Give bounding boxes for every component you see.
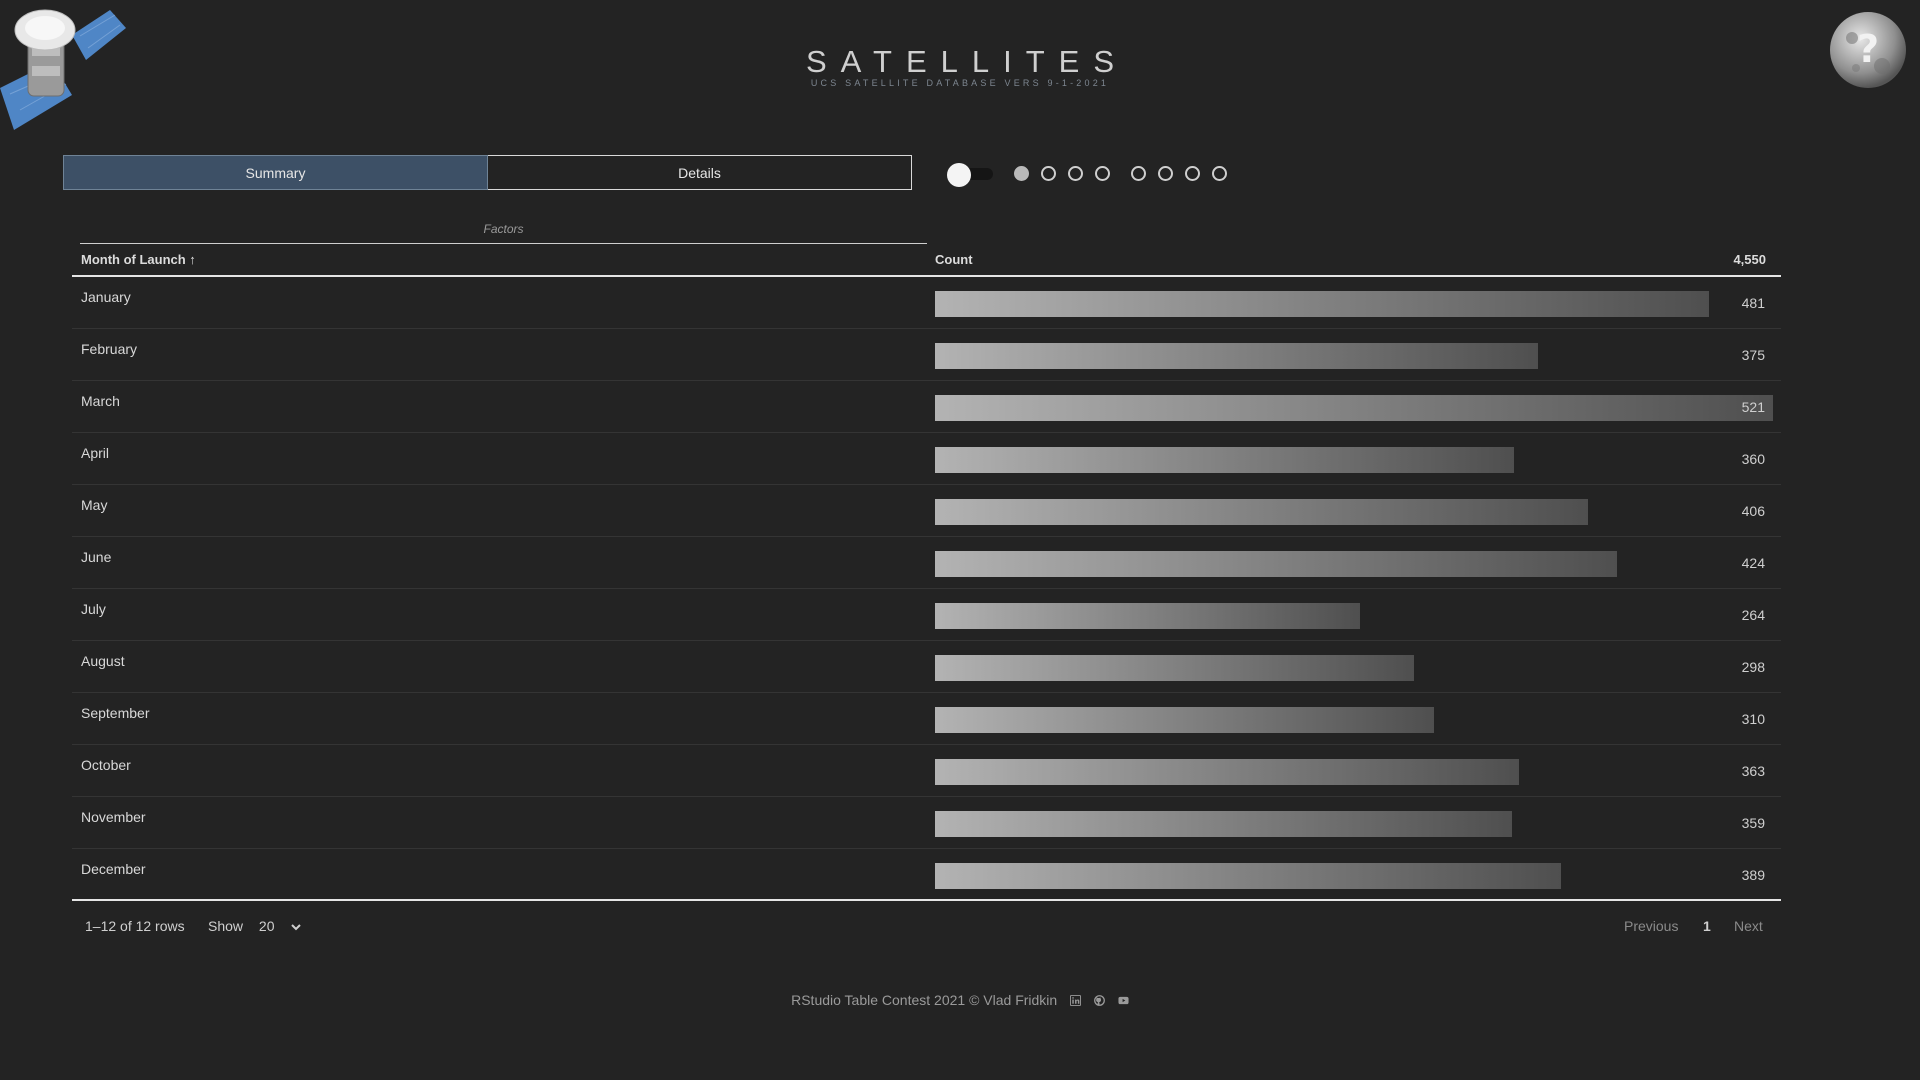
month-label: October bbox=[81, 757, 131, 773]
count-bar bbox=[935, 759, 1519, 785]
count-value: 375 bbox=[1741, 347, 1765, 363]
count-bar bbox=[935, 447, 1514, 473]
row-range-info: 1–12 of 12 rows bbox=[85, 918, 185, 934]
count-bar-track bbox=[935, 447, 1773, 473]
page-subtitle: UCS SATELLITE DATABASE VERS 9-1-2021 bbox=[810, 78, 1110, 88]
group-header-factors: Factors bbox=[483, 222, 524, 236]
factor-dot[interactable] bbox=[1158, 166, 1173, 181]
count-bar-track bbox=[935, 343, 1773, 369]
count-bar-track bbox=[935, 603, 1773, 629]
count-value: 521 bbox=[1741, 399, 1765, 415]
count-bar bbox=[935, 395, 1773, 421]
month-label: May bbox=[81, 497, 108, 513]
count-value: 298 bbox=[1741, 659, 1765, 675]
show-label: Show bbox=[208, 918, 244, 934]
month-label: August bbox=[81, 653, 125, 669]
page-size-select[interactable]: 20 bbox=[259, 918, 302, 934]
count-bar bbox=[935, 863, 1561, 889]
youtube-icon[interactable] bbox=[1118, 995, 1129, 1006]
table-body: January 481 February 375 March 521 April… bbox=[72, 277, 1781, 901]
factor-dot[interactable] bbox=[1212, 166, 1227, 181]
month-label: March bbox=[81, 393, 120, 409]
count-value: 424 bbox=[1741, 555, 1765, 571]
tab-details[interactable]: Details bbox=[488, 155, 912, 190]
count-bar bbox=[935, 811, 1512, 837]
factor-dot[interactable] bbox=[1041, 166, 1056, 181]
count-bar bbox=[935, 343, 1538, 369]
table-row: March 521 bbox=[72, 381, 1781, 433]
count-bar bbox=[935, 551, 1617, 577]
column-header-count[interactable]: Count bbox=[935, 252, 973, 267]
factor-dot[interactable] bbox=[1068, 166, 1083, 181]
page-number-button[interactable]: 1 bbox=[1703, 918, 1711, 934]
count-value: 310 bbox=[1741, 711, 1765, 727]
count-bar-track bbox=[935, 707, 1773, 733]
linkedin-icon[interactable] bbox=[1070, 995, 1082, 1006]
github-icon[interactable] bbox=[1094, 995, 1105, 1006]
count-total: 4,550 bbox=[1733, 252, 1766, 267]
table-row: August 298 bbox=[72, 641, 1781, 693]
table-row: January 481 bbox=[72, 277, 1781, 329]
count-value: 363 bbox=[1741, 763, 1765, 779]
page-title: SATELLITES bbox=[805, 44, 1129, 79]
next-page-button[interactable]: Next bbox=[1734, 918, 1763, 934]
factor-dot[interactable] bbox=[1185, 166, 1200, 181]
month-label: April bbox=[81, 445, 110, 461]
count-bar-track bbox=[935, 551, 1773, 577]
page-size-control: Show 20 bbox=[208, 918, 302, 934]
page-size-value: 20 bbox=[258, 918, 275, 934]
previous-page-button[interactable]: Previous bbox=[1624, 918, 1678, 934]
count-bar-track bbox=[935, 655, 1773, 681]
count-value: 481 bbox=[1741, 295, 1765, 311]
month-label: November bbox=[81, 809, 146, 825]
count-bar bbox=[935, 499, 1588, 525]
table-row: September 310 bbox=[72, 693, 1781, 745]
month-label: June bbox=[81, 549, 112, 565]
count-value: 389 bbox=[1741, 867, 1765, 883]
chevron-down-icon bbox=[291, 924, 302, 931]
table-row: October 363 bbox=[72, 745, 1781, 797]
theme-toggle[interactable] bbox=[947, 163, 993, 187]
count-bar-track bbox=[935, 395, 1773, 421]
count-bar bbox=[935, 707, 1434, 733]
count-bar-track bbox=[935, 811, 1773, 837]
group-header-underline bbox=[80, 243, 927, 244]
credits-text: RStudio Table Contest 2021 © Vlad Fridki… bbox=[791, 992, 1058, 1008]
table-row: June 424 bbox=[72, 537, 1781, 589]
month-label: December bbox=[81, 861, 146, 877]
toggle-knob bbox=[947, 163, 971, 187]
count-value: 359 bbox=[1741, 815, 1765, 831]
count-value: 264 bbox=[1741, 607, 1765, 623]
factor-dot[interactable] bbox=[1014, 166, 1029, 181]
month-label: February bbox=[81, 341, 138, 357]
count-value: 406 bbox=[1741, 503, 1765, 519]
table-row: July 264 bbox=[72, 589, 1781, 641]
count-bar bbox=[935, 291, 1709, 317]
table-row: November 359 bbox=[72, 797, 1781, 849]
month-label: September bbox=[81, 705, 150, 721]
table-row: April 360 bbox=[72, 433, 1781, 485]
title-block: SATELLITES UCS SATELLITE DATABASE VERS 9… bbox=[0, 44, 1920, 88]
count-bar-track bbox=[935, 499, 1773, 525]
count-bar bbox=[935, 603, 1360, 629]
factor-dot[interactable] bbox=[1095, 166, 1110, 181]
table-row: May 406 bbox=[72, 485, 1781, 537]
count-bar-track bbox=[935, 291, 1773, 317]
column-header-month[interactable]: Month of Launch ↑ bbox=[81, 252, 196, 267]
month-label: January bbox=[81, 289, 131, 305]
count-bar bbox=[935, 655, 1414, 681]
view-tabs: Summary Details bbox=[63, 155, 912, 190]
table-row: February 375 bbox=[72, 329, 1781, 381]
count-value: 360 bbox=[1741, 451, 1765, 467]
factor-dot[interactable] bbox=[1131, 166, 1146, 181]
tab-summary[interactable]: Summary bbox=[63, 155, 488, 190]
table-row: December 389 bbox=[72, 849, 1781, 901]
footer-credits: RStudio Table Contest 2021 © Vlad Fridki… bbox=[0, 992, 1920, 1008]
month-label: July bbox=[81, 601, 106, 617]
count-bar-track bbox=[935, 863, 1773, 889]
count-bar-track bbox=[935, 759, 1773, 785]
